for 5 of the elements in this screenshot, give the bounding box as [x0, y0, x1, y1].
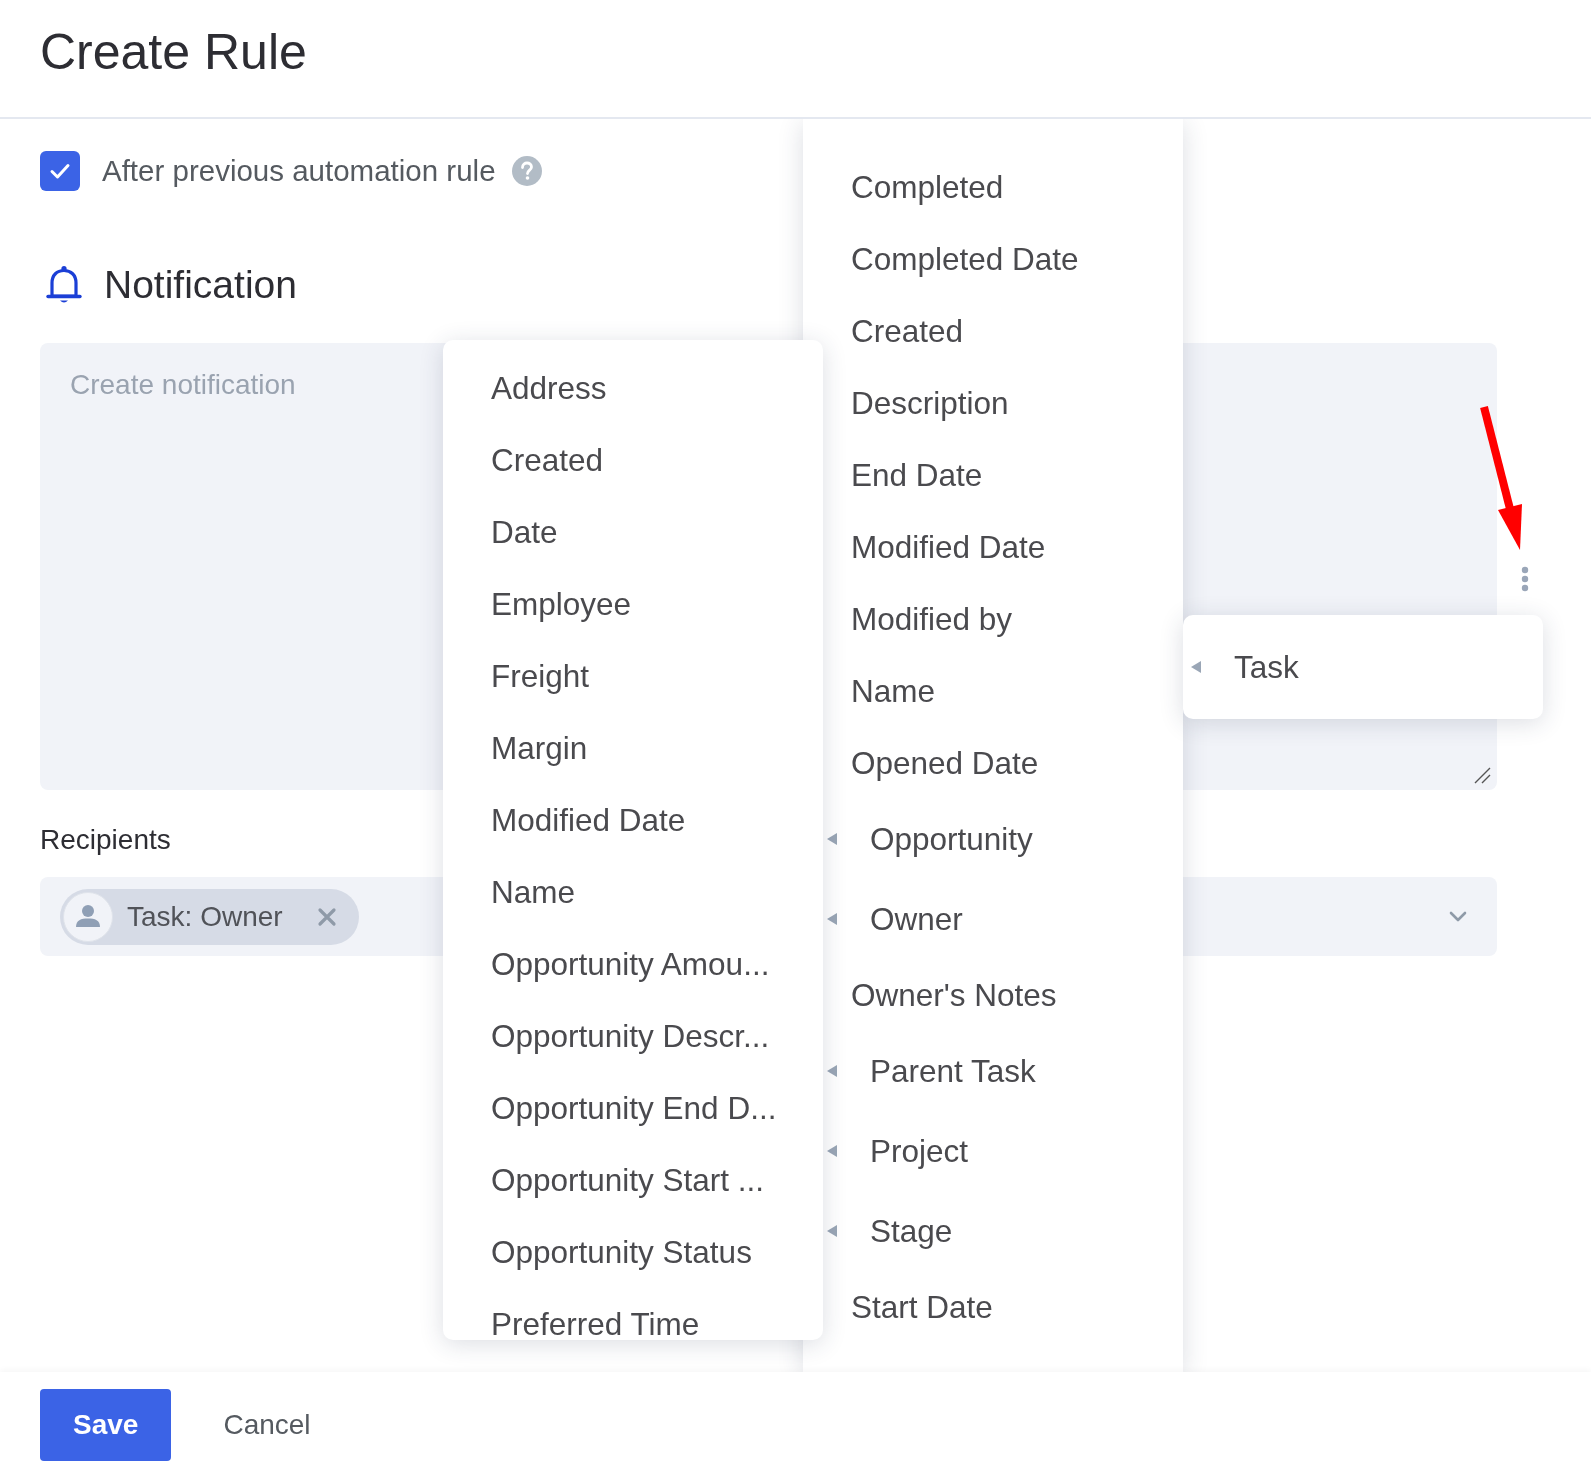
chip-label: Task: Owner [127, 900, 283, 933]
section-heading: Notification [104, 263, 297, 307]
field-label: Recipients [40, 824, 171, 857]
page-title: Create Rule [40, 22, 307, 81]
checkbox-label: After previous automation rule [102, 154, 496, 188]
